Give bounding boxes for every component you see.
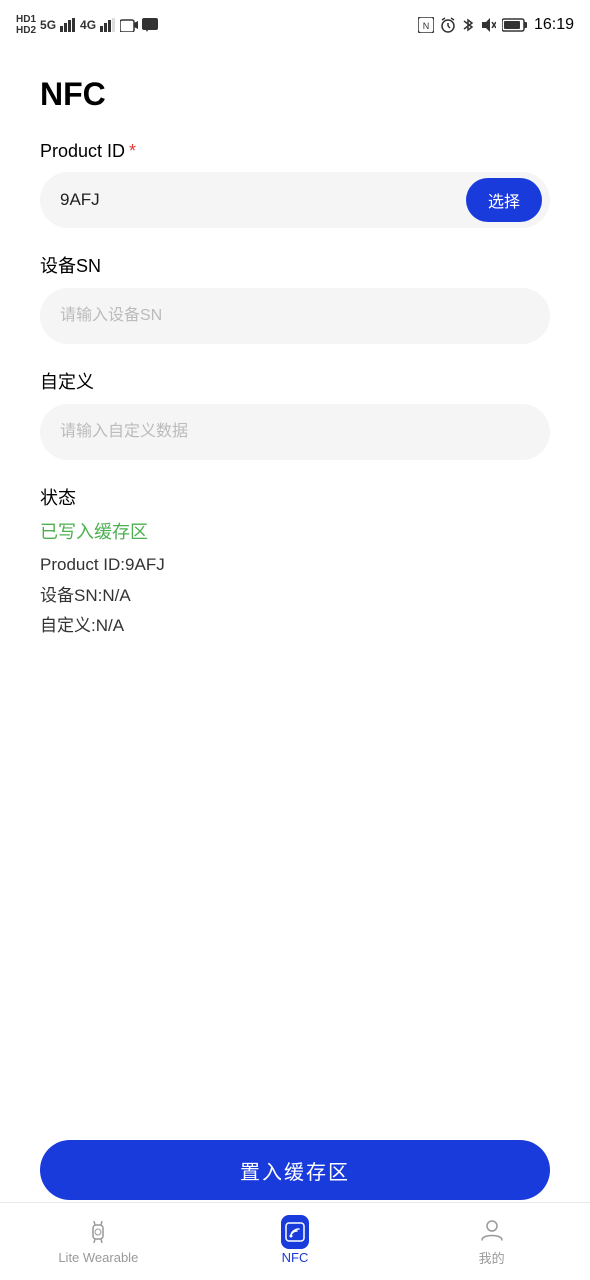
bottom-button-wrap: 置入缓存区 <box>0 1140 590 1200</box>
product-id-section: Product ID * 选择 <box>40 141 550 228</box>
nav-item-mine[interactable]: 我的 <box>452 1216 532 1267</box>
select-button[interactable]: 选择 <box>466 178 542 222</box>
signal-bars2-icon <box>100 18 116 32</box>
svg-text:N: N <box>423 21 430 31</box>
mute-icon <box>480 17 496 33</box>
bluetooth-icon <box>462 17 474 33</box>
device-sn-detail: 设备SN:N/A <box>40 581 550 612</box>
product-id-input-row: 选择 <box>40 172 550 228</box>
4g-icon: 4G <box>80 18 96 32</box>
custom-input[interactable] <box>40 404 550 460</box>
signal-bars-icon <box>60 18 76 32</box>
required-star: * <box>129 141 136 162</box>
status-bar-left-icons: HD1HD2 5G 4G <box>16 14 158 36</box>
cache-button[interactable]: 置入缓存区 <box>40 1140 550 1200</box>
nav-item-lite-wearable[interactable]: Lite Wearable <box>58 1218 138 1265</box>
nav-label-mine: 我的 <box>479 1248 505 1267</box>
product-id-detail: Product ID:9AFJ <box>40 550 550 581</box>
main-content: NFC Product ID * 选择 设备SN 自定义 状态 已写入缓存区 P… <box>0 50 590 802</box>
product-id-input[interactable] <box>60 190 466 210</box>
device-sn-section: 设备SN <box>40 252 550 344</box>
status-details: Product ID:9AFJ 设备SN:N/A 自定义:N/A <box>40 550 550 642</box>
device-sn-input[interactable] <box>40 288 550 344</box>
battery-icon <box>502 18 528 32</box>
person-icon <box>478 1216 506 1244</box>
message-icon <box>142 18 158 32</box>
nav-item-nfc[interactable]: NFC <box>255 1218 335 1265</box>
nav-label-lite-wearable: Lite Wearable <box>58 1250 138 1265</box>
nfc-status-icon: N <box>418 17 434 33</box>
custom-section: 自定义 <box>40 368 550 460</box>
watch-icon <box>84 1218 112 1246</box>
nfc-nav-icon <box>281 1218 309 1246</box>
custom-detail: 自定义:N/A <box>40 611 550 642</box>
alarm-icon <box>440 17 456 33</box>
bottom-nav: Lite Wearable NFC 我的 <box>0 1202 590 1280</box>
nav-label-nfc: NFC <box>282 1250 309 1265</box>
status-title: 状态 <box>40 484 550 510</box>
custom-label: 自定义 <box>40 368 550 394</box>
page-title: NFC <box>40 76 550 113</box>
status-bar: HD1HD2 5G 4G N 16:19 <box>0 0 590 50</box>
camera-icon <box>120 18 138 32</box>
hd-icon: HD1HD2 <box>16 14 36 36</box>
device-sn-label: 设备SN <box>40 252 550 278</box>
status-time: 16:19 <box>534 16 574 34</box>
status-section: 状态 已写入缓存区 Product ID:9AFJ 设备SN:N/A 自定义:N… <box>40 484 550 642</box>
product-id-label: Product ID * <box>40 141 550 162</box>
status-written: 已写入缓存区 <box>40 518 550 544</box>
5g-icon: 5G <box>40 18 56 32</box>
